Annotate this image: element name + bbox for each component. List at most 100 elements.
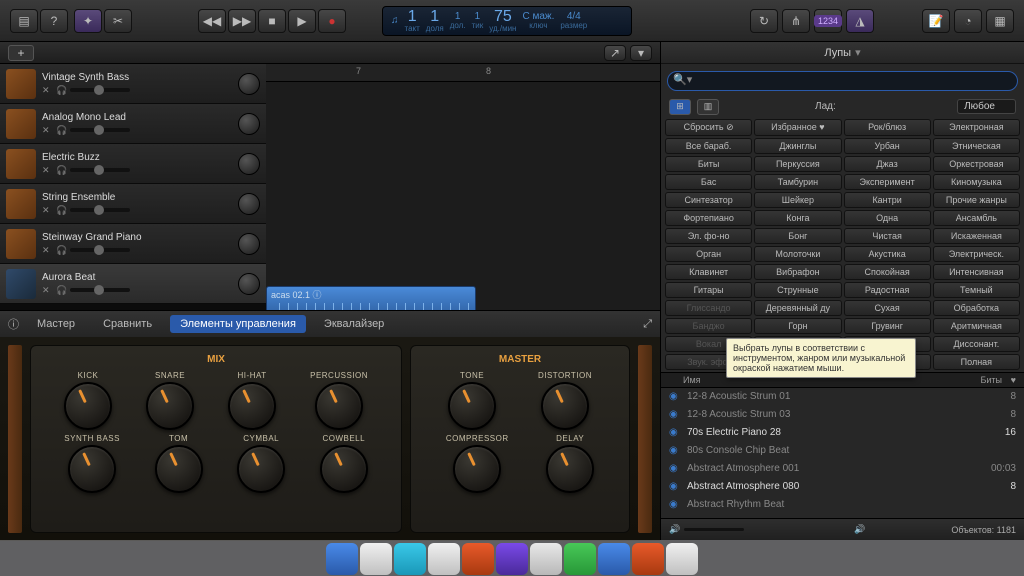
loop-list[interactable]: ◉ 12-8 Acoustic Strum 01 8◉ 12-8 Acousti… xyxy=(661,388,1024,519)
track-row[interactable]: Electric Buzz ✕ 🎧 xyxy=(0,144,266,184)
compare-button[interactable]: Сравнить xyxy=(93,315,162,333)
tag-button[interactable]: Оркестровая xyxy=(933,156,1020,172)
mute-icon[interactable]: ✕ xyxy=(42,285,52,295)
tag-button[interactable]: Искаженная xyxy=(933,228,1020,244)
knob-compressor[interactable] xyxy=(453,445,501,493)
tag-button[interactable]: Эл. фо-но xyxy=(665,228,752,244)
tag-button[interactable]: Гитары xyxy=(665,282,752,298)
speaker-icon[interactable]: 🔊 xyxy=(669,524,680,535)
volume-slider[interactable] xyxy=(70,208,130,212)
add-track-button[interactable]: + xyxy=(8,45,34,61)
metronome-button[interactable]: ◮ xyxy=(846,9,874,33)
tag-button[interactable]: Орган xyxy=(665,246,752,262)
tag-button[interactable]: Все бараб. xyxy=(665,138,752,154)
ruler[interactable]: 7 8 xyxy=(266,64,660,82)
tag-button[interactable]: Биты xyxy=(665,156,752,172)
tag-button[interactable]: Молоточки xyxy=(754,246,841,262)
record-button[interactable]: ● xyxy=(318,9,346,33)
tag-button[interactable]: Кантри xyxy=(844,192,931,208)
play-button[interactable]: ▶ xyxy=(288,9,316,33)
tag-button[interactable]: Вибрафон xyxy=(754,264,841,280)
mute-icon[interactable]: ✕ xyxy=(42,85,52,95)
pan-knob[interactable] xyxy=(238,273,260,295)
knob-delay[interactable] xyxy=(546,445,594,493)
automation-button[interactable]: ↗ xyxy=(604,45,626,61)
tag-button[interactable]: Рок/блюз xyxy=(844,119,931,136)
solo-icon[interactable]: 🎧 xyxy=(56,85,66,95)
expand-icon[interactable]: ⤢ xyxy=(643,318,652,331)
tag-button[interactable]: Деревянный ду xyxy=(754,300,841,316)
tag-button[interactable]: Джинглы xyxy=(754,138,841,154)
instrument-icon[interactable] xyxy=(6,109,36,139)
loops-button[interactable]: ◔ xyxy=(954,9,982,33)
solo-icon[interactable]: 🎧 xyxy=(56,125,66,135)
scale-select[interactable]: Любое xyxy=(957,99,1016,114)
knob-tom[interactable] xyxy=(155,445,203,493)
column-view-button[interactable]: ▥ xyxy=(697,99,719,115)
dock-mail[interactable] xyxy=(428,543,460,575)
tag-button[interactable]: Бонг xyxy=(754,228,841,244)
tag-button[interactable]: Аритмичная xyxy=(933,318,1020,334)
instrument-icon[interactable] xyxy=(6,69,36,99)
tag-button[interactable]: Электронная xyxy=(933,119,1020,136)
tag-button[interactable]: Прочие жанры xyxy=(933,192,1020,208)
notepad-button[interactable]: 📝 xyxy=(922,9,950,33)
editors-button[interactable]: ✂ xyxy=(104,9,132,33)
info-icon[interactable]: ⓘ xyxy=(8,316,19,332)
library-button[interactable]: ▤ xyxy=(10,9,38,33)
pan-knob[interactable] xyxy=(238,113,260,135)
volume-slider[interactable] xyxy=(70,128,130,132)
catch-button[interactable]: ▾ xyxy=(630,45,652,61)
tag-button[interactable]: Синтезатор xyxy=(665,192,752,208)
tag-button[interactable]: Горн xyxy=(754,318,841,334)
tag-button[interactable]: Этническая xyxy=(933,138,1020,154)
knob-cymbal[interactable] xyxy=(237,445,285,493)
tag-button[interactable]: Акустика xyxy=(844,246,931,262)
forward-button[interactable]: ▶▶ xyxy=(228,9,256,33)
track-row[interactable]: Analog Mono Lead ✕ 🎧 xyxy=(0,104,266,144)
smart-controls-button[interactable]: ✦ xyxy=(74,9,102,33)
master-tab[interactable]: Мастер xyxy=(27,315,85,333)
knob-cowbell[interactable] xyxy=(320,445,368,493)
tag-button[interactable]: Сбросить ⊘ xyxy=(665,119,752,136)
track-row[interactable]: Aurora Beat ✕ 🎧 xyxy=(0,264,266,304)
volume-slider[interactable] xyxy=(70,168,130,172)
tag-button[interactable]: Урбан xyxy=(844,138,931,154)
speaker-icon-2[interactable]: 🔊 xyxy=(854,524,865,535)
volume-slider[interactable] xyxy=(70,288,130,292)
tag-button[interactable]: Клавинет xyxy=(665,264,752,280)
tag-button[interactable]: Электрическ. xyxy=(933,246,1020,262)
tag-button[interactable]: Грувинг xyxy=(844,318,931,334)
dock-app-5[interactable] xyxy=(632,543,664,575)
pan-knob[interactable] xyxy=(238,153,260,175)
cycle-button[interactable]: ↻ xyxy=(750,9,778,33)
loop-row[interactable]: ◉ Abstract Atmosphere 001 00:03 xyxy=(661,460,1024,478)
knob-percussion[interactable] xyxy=(315,382,363,430)
media-button[interactable]: ▦ xyxy=(986,9,1014,33)
tag-button[interactable]: Бас xyxy=(665,174,752,190)
pan-knob[interactable] xyxy=(238,233,260,255)
tag-button[interactable]: Спокойная xyxy=(844,264,931,280)
loop-row[interactable]: ◉ 80s Console Chip Beat xyxy=(661,442,1024,460)
knob-tone[interactable] xyxy=(448,382,496,430)
pan-knob[interactable] xyxy=(238,73,260,95)
mute-icon[interactable]: ✕ xyxy=(42,125,52,135)
tag-button[interactable]: Фортепиано xyxy=(665,210,752,226)
tag-button[interactable]: Обработка xyxy=(933,300,1020,316)
tag-button[interactable]: Банджо xyxy=(665,318,752,334)
knob-distortion[interactable] xyxy=(541,382,589,430)
dock-app-1[interactable] xyxy=(360,543,392,575)
tag-button[interactable]: Струнные xyxy=(754,282,841,298)
tag-button[interactable]: Темный xyxy=(933,282,1020,298)
dock-finder[interactable] xyxy=(326,543,358,575)
tag-button[interactable]: Глиссандо xyxy=(665,300,752,316)
knob-snare[interactable] xyxy=(146,382,194,430)
help-button[interactable]: ? xyxy=(40,9,68,33)
tag-button[interactable]: Одна xyxy=(844,210,931,226)
tag-button[interactable]: Тамбурин xyxy=(754,174,841,190)
tag-button[interactable]: Избранное ♥ xyxy=(754,119,841,136)
tag-button[interactable]: Чистая xyxy=(844,228,931,244)
tag-button[interactable]: Конга xyxy=(754,210,841,226)
dock-messages[interactable] xyxy=(564,543,596,575)
instrument-icon[interactable] xyxy=(6,269,36,299)
